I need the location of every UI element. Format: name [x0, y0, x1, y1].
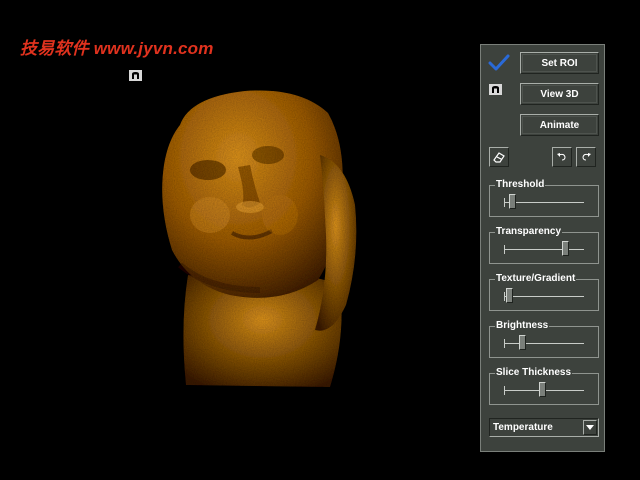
brightness-track[interactable]	[504, 343, 584, 344]
redo-button[interactable]	[576, 147, 596, 167]
texture-gradient-label: Texture/Gradient	[495, 273, 577, 285]
threshold-slider-group: Threshold	[489, 179, 599, 217]
color-map-select[interactable]: Temperature	[489, 418, 599, 437]
texture-gradient-slider-group: Texture/Gradient	[489, 273, 599, 311]
transparency-slider-group: Transparency	[489, 226, 599, 264]
3d-volume-render[interactable]	[150, 85, 365, 390]
transparency-track-start	[504, 245, 505, 254]
set-roi-label: Set ROI	[541, 57, 578, 69]
slice-thickness-track-start	[504, 386, 505, 395]
set-roi-button[interactable]: Set ROI	[520, 52, 599, 74]
view-3d-label: View 3D	[540, 88, 579, 100]
brightness-slider-group: Brightness	[489, 320, 599, 358]
brightness-slider-thumb[interactable]	[519, 335, 527, 350]
eraser-icon	[493, 152, 505, 163]
texture-gradient-track[interactable]	[504, 296, 584, 297]
auto-mode-icon	[129, 70, 142, 81]
animate-button[interactable]: Animate	[520, 114, 599, 136]
transparency-track[interactable]	[504, 249, 584, 250]
transparency-label: Transparency	[495, 226, 563, 238]
color-map-value: Temperature	[493, 422, 553, 433]
undo-button[interactable]	[552, 147, 572, 167]
checkmark-path	[488, 54, 510, 71]
checkmark-icon[interactable]	[488, 54, 510, 72]
threshold-track-start	[504, 198, 505, 207]
dropdown-arrow-button[interactable]	[583, 420, 597, 435]
watermark-text: 技易软件 www.jyvn.com	[20, 39, 214, 58]
redo-icon	[582, 153, 591, 161]
slice-thickness-slider-thumb[interactable]	[538, 382, 546, 397]
threshold-slider-thumb[interactable]	[509, 194, 516, 209]
slice-thickness-slider-group: Slice Thickness	[489, 367, 599, 405]
triangle-down-icon	[586, 425, 594, 430]
volume-control-panel: Set ROI View 3D Animate Threshold Transp…	[480, 44, 605, 452]
threshold-track[interactable]	[504, 202, 584, 203]
brightness-track-start	[504, 339, 505, 348]
undo-icon	[557, 153, 566, 161]
slice-thickness-label: Slice Thickness	[495, 367, 573, 379]
view-3d-button[interactable]: View 3D	[520, 83, 599, 105]
auto-mode-icon[interactable]	[489, 84, 502, 95]
threshold-label: Threshold	[495, 179, 546, 191]
eraser-button[interactable]	[489, 147, 509, 167]
animate-label: Animate	[539, 119, 580, 131]
transparency-slider-thumb[interactable]	[561, 241, 569, 256]
texture-gradient-slider-thumb[interactable]	[505, 288, 513, 303]
brightness-label: Brightness	[495, 320, 550, 332]
